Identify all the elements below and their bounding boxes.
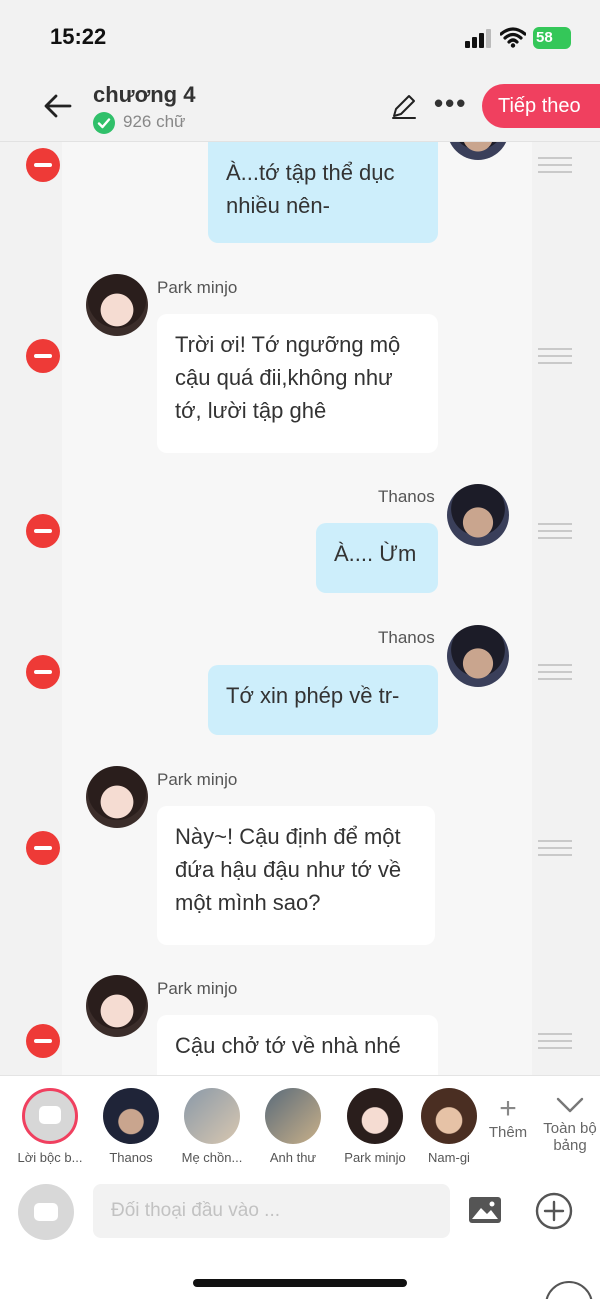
character-label: Thanos <box>109 1150 153 1165</box>
delete-message-button[interactable] <box>26 831 60 865</box>
battery-icon: 58 <box>533 27 571 49</box>
sender-name: Park minjo <box>157 770 238 789</box>
scroll-up-button[interactable] <box>545 1281 593 1299</box>
drag-handle-icon[interactable] <box>538 1033 572 1049</box>
delete-message-button[interactable] <box>26 514 60 548</box>
next-button[interactable]: Tiếp theo <box>482 84 600 128</box>
character-thanos[interactable]: Thanos <box>96 1088 166 1165</box>
drag-handle-icon[interactable] <box>538 523 572 539</box>
battery-level: 58 <box>536 29 553 46</box>
avatar <box>447 625 509 687</box>
message-bubble[interactable]: Trời ơi! Tớ ngưỡng mộ cậu quá đii,không … <box>157 314 438 453</box>
back-arrow-icon[interactable] <box>40 88 76 124</box>
wifi-icon <box>500 27 526 48</box>
narration-toggle-icon[interactable] <box>18 1184 74 1240</box>
message-bubble[interactable]: À...tớ tập thể dục nhiều nên- <box>208 142 438 243</box>
sender-name: Park minjo <box>157 278 238 297</box>
home-indicator <box>193 1279 407 1287</box>
add-circle-icon[interactable] <box>535 1192 573 1230</box>
character-narrator[interactable]: Lời bộc b... <box>15 1088 85 1165</box>
expand-all-label: Toàn bộ bảng <box>543 1120 597 1154</box>
sender-name: Thanos <box>378 628 435 647</box>
drag-handle-icon[interactable] <box>538 840 572 856</box>
cellular-signal-icon <box>465 29 491 48</box>
word-count: 926 chữ <box>123 112 186 131</box>
avatar <box>86 766 148 828</box>
expand-all-button[interactable]: Toàn bộ bảng <box>540 1094 600 1154</box>
status-bar: 15:22 58 <box>0 0 600 70</box>
dialogue-list: À...tớ tập thể dục nhiều nên- Park minjo… <box>0 142 600 1075</box>
chapter-title: chương 4 <box>93 82 196 107</box>
character-label: Nam-gi <box>428 1150 470 1165</box>
character-label: Park minjo <box>344 1150 406 1165</box>
narration-icon <box>22 1088 78 1144</box>
edit-pencil-icon[interactable] <box>390 92 418 120</box>
character-me-chong[interactable]: Mẹ chồn... <box>177 1088 247 1165</box>
character-park-minjo[interactable]: Park minjo <box>340 1088 410 1165</box>
character-label: Anh thư <box>269 1150 317 1165</box>
avatar <box>86 274 148 336</box>
drag-handle-icon[interactable] <box>538 664 572 680</box>
delete-message-button[interactable] <box>26 1024 60 1058</box>
composer-panel: Lời bộc b... Thanos Mẹ chồn... Anh thư P… <box>0 1075 600 1299</box>
plus-icon: + <box>499 1092 517 1125</box>
avatar <box>184 1088 240 1144</box>
character-anh-thu[interactable]: Anh thư <box>258 1088 328 1165</box>
delete-message-button[interactable] <box>26 655 60 689</box>
drag-handle-icon[interactable] <box>538 348 572 364</box>
avatar <box>86 975 148 1037</box>
add-character-label: Thêm <box>488 1124 528 1141</box>
message-bubble[interactable]: Này~! Cậu định để một đứa hậu đậu như tớ… <box>157 806 435 945</box>
dialogue-input[interactable] <box>93 1184 450 1238</box>
chevron-down-icon <box>556 1097 584 1113</box>
message-bubble[interactable]: Tớ xin phép về tr- <box>208 665 438 735</box>
check-icon <box>93 112 115 134</box>
avatar <box>103 1088 159 1144</box>
editor-header: chương 4 926 chữ ••• Tiếp theo <box>0 70 600 142</box>
more-options-icon[interactable]: ••• <box>434 88 467 119</box>
sender-name: Park minjo <box>157 979 238 998</box>
delete-message-button[interactable] <box>26 339 60 373</box>
status-time: 15:22 <box>50 24 107 49</box>
sender-name: Thanos <box>378 487 435 506</box>
add-character-button[interactable]: + Thêm <box>480 1092 536 1142</box>
message-bubble[interactable]: Cậu chở tớ về nhà nhé <box>157 1015 438 1075</box>
character-label: Lời bộc b... <box>17 1150 83 1165</box>
avatar <box>265 1088 321 1144</box>
drag-handle-icon[interactable] <box>538 157 572 173</box>
character-label: Mẹ chồn... <box>181 1150 243 1165</box>
avatar <box>447 484 509 546</box>
image-icon[interactable] <box>468 1196 502 1224</box>
avatar <box>421 1088 477 1144</box>
avatar <box>347 1088 403 1144</box>
message-bubble[interactable]: À.... Ừm <box>316 523 438 593</box>
character-nam-gi[interactable]: Nam-gi <box>418 1088 480 1165</box>
delete-message-button[interactable] <box>26 148 60 182</box>
